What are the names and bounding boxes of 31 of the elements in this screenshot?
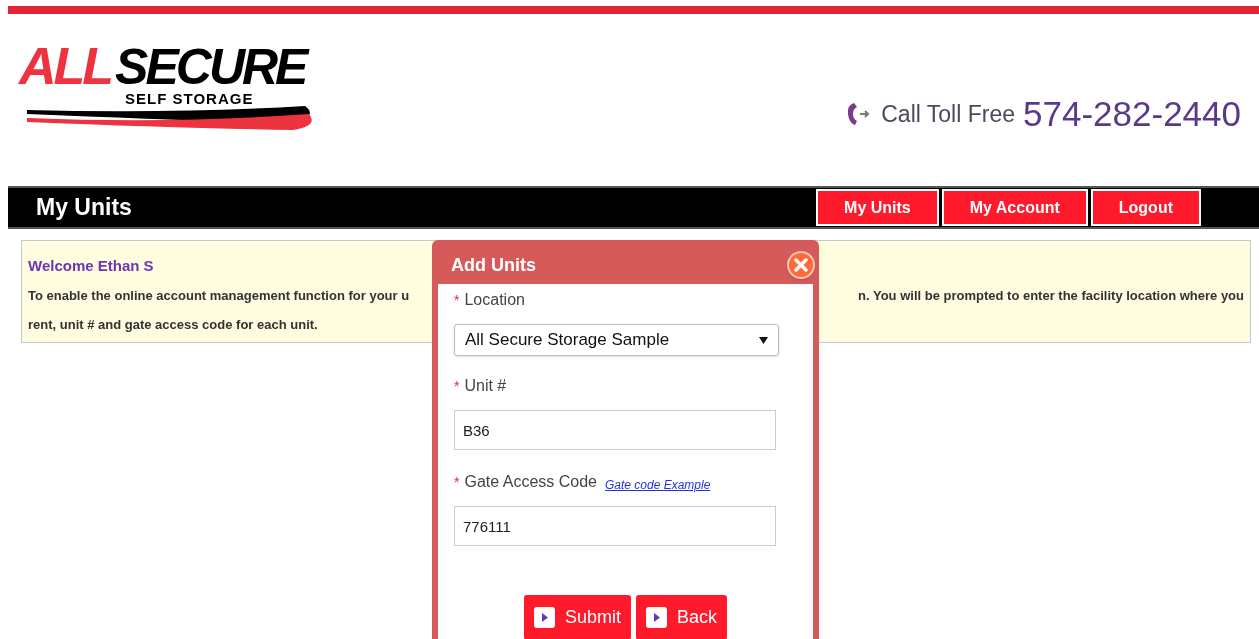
example-link[interactable]: Gate code Example [604,476,711,494]
close-icon [794,258,808,272]
logo-text: ALL [19,40,112,92]
nav-button[interactable]: My Units [816,189,939,226]
play-icon [533,607,555,628]
play-icon [646,607,667,628]
nav-button[interactable]: Logout [1090,189,1201,226]
logo-tagline: SELF STORAGE [125,89,254,109]
welcome-text: To enable the online account management function for your u [28,286,410,305]
required-mark: * [454,473,460,492]
required-mark: * [454,291,460,310]
phone-label: Call Toll Free [881,100,1016,129]
welcome-text: n. You will be prompted to enter the facility location where you [858,286,1244,305]
dialog-button[interactable]: Submit [523,595,631,639]
required-mark: * [454,377,460,396]
dropdown-icon [759,336,768,344]
dialog-button[interactable]: Back [636,595,728,639]
nav-button[interactable]: My Account [941,189,1088,226]
input-field[interactable]: B36 [454,410,776,450]
location-select[interactable]: All Secure Storage Sample [454,324,779,356]
input-field[interactable]: 776111 [454,506,776,546]
field-label: Gate Access Code [464,472,597,492]
welcome-heading: Welcome Ethan S [28,256,154,276]
page-title: My Units [36,193,132,223]
phone-number: 574-282-2440 [1023,93,1241,135]
field-label: Unit # [464,376,507,396]
dialog-title: Add Units [451,253,536,277]
close-button[interactable] [787,251,815,279]
welcome-text: rent, unit # and gate access code for each unit. [28,316,319,334]
logo-text: SECURE [115,42,306,92]
field-label: Location [464,290,525,310]
